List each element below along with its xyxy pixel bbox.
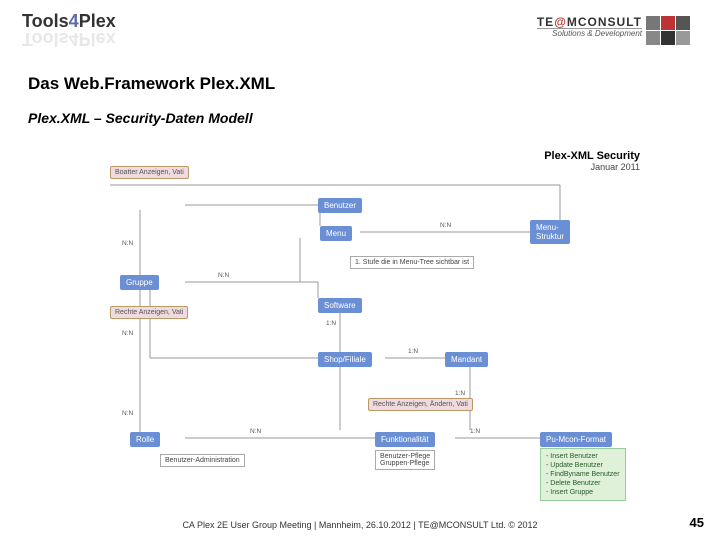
callout-box: Boatter Anzeigen, Vati: [110, 166, 189, 179]
cardinality-label: N:N: [122, 410, 133, 417]
cardinality-label: 1:N: [326, 320, 336, 327]
entity-menu: Menu: [320, 226, 352, 241]
cardinality-label: N:N: [218, 272, 229, 279]
entity-funktionalitaet: Funktionalität: [375, 432, 435, 447]
note-stufe: 1. Stufe die in Menu-Tree sichtbar ist: [350, 256, 474, 269]
note-benutzer-gruppen-pflege: Benutzer-Pflege Gruppen-Pflege: [375, 450, 435, 470]
callout-box: Rechte Anzeigen, Ändern, Vati: [368, 398, 473, 411]
page-number: 45: [690, 515, 704, 530]
logo-thumbnails: [646, 16, 690, 45]
entity-software: Software: [318, 298, 362, 313]
cardinality-label: N:N: [122, 240, 133, 247]
security-data-model-diagram: Plex-XML Security Januar 2011: [0, 150, 720, 490]
entity-benutzer: Benutzer: [318, 198, 362, 213]
entity-gruppe: Gruppe: [120, 275, 159, 290]
logo-tools4plex: Tools4Plex Tools4Plex: [22, 11, 116, 49]
entity-menu-struktur: Menu- Struktur: [530, 220, 570, 244]
page-title: Das Web.Framework Plex.XML: [28, 74, 720, 94]
header: Tools4Plex Tools4Plex TE@MCONSULT Soluti…: [0, 0, 720, 54]
entity-rolle: Rolle: [130, 432, 160, 447]
callout-box: Rechte Anzeigen, Vati: [110, 306, 188, 319]
footer-text: CA Plex 2E User Group Meeting | Mannheim…: [0, 520, 720, 530]
cardinality-label: 1:N: [455, 390, 465, 397]
note-benutzer-admin: Benutzer-Administration: [160, 454, 245, 467]
entity-mandant: Mandant: [445, 352, 488, 367]
page-subtitle: Plex.XML – Security-Daten Modell: [28, 110, 720, 126]
cardinality-label: N:N: [440, 222, 451, 229]
cardinality-label: 1:N: [470, 428, 480, 435]
logo-teamconsult: TE@MCONSULT Solutions & Development: [537, 16, 690, 45]
entity-pu-mcon-format: Pu-Mcon-Format: [540, 432, 612, 447]
entity-shop-filiale: Shop/Filiale: [318, 352, 372, 367]
operations-list: - Insert Benutzer- Update Benutzer- Find…: [540, 448, 626, 501]
cardinality-label: N:N: [250, 428, 261, 435]
cardinality-label: N:N: [122, 330, 133, 337]
cardinality-label: 1:N: [408, 348, 418, 355]
